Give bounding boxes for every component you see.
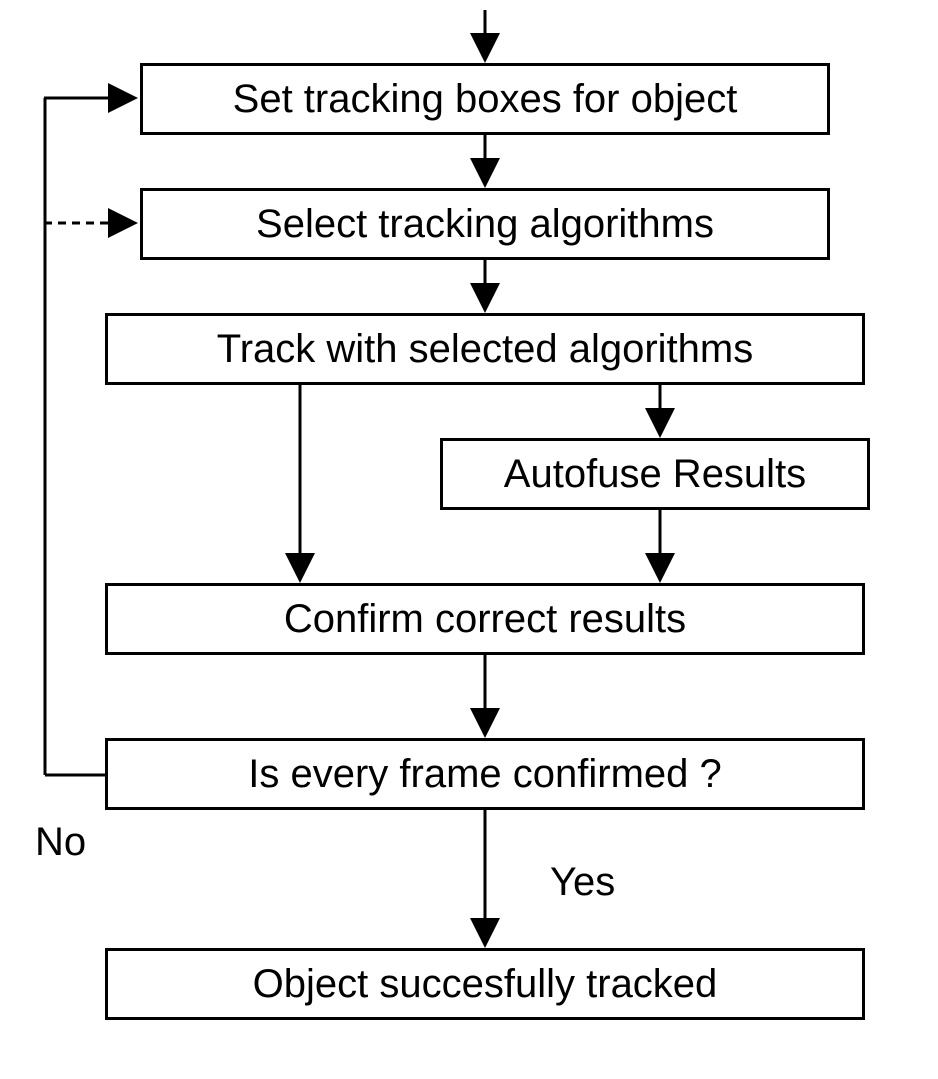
edge-label-no: No [35, 820, 86, 865]
node-confirm: Confirm correct results [105, 583, 865, 655]
node-success: Object succesfully tracked [105, 948, 865, 1020]
node-set-tracking-boxes: Set tracking boxes for object [140, 63, 830, 135]
node-label: Is every frame confirmed ? [248, 752, 722, 797]
edge-label-yes: Yes [550, 860, 615, 905]
node-label: Select tracking algorithms [256, 202, 714, 247]
node-decision: Is every frame confirmed ? [105, 738, 865, 810]
connector-lines [0, 0, 938, 1079]
node-label: Confirm correct results [284, 597, 686, 642]
flowchart-container: Set tracking boxes for object Select tra… [0, 0, 938, 1079]
node-select-algorithms: Select tracking algorithms [140, 188, 830, 260]
node-track: Track with selected algorithms [105, 313, 865, 385]
node-label: Track with selected algorithms [217, 327, 753, 372]
node-label: Object succesfully tracked [253, 962, 718, 1007]
node-autofuse: Autofuse Results [440, 438, 870, 510]
node-label: Set tracking boxes for object [233, 77, 738, 122]
node-label: Autofuse Results [504, 452, 806, 497]
